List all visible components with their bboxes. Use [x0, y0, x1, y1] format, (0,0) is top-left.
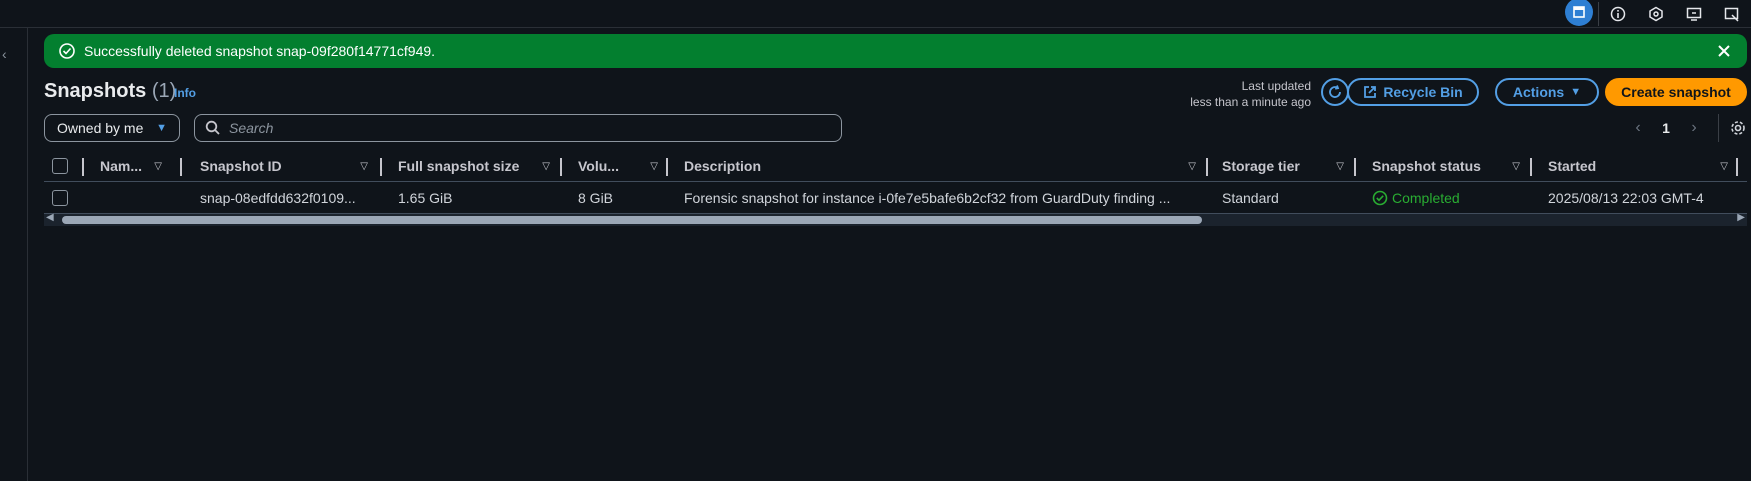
info-link[interactable]: Info [174, 86, 196, 100]
sort-icon: ▽ [360, 160, 368, 172]
horizontal-scrollbar[interactable]: ◀ ▶ [44, 212, 1747, 226]
external-link-icon [1364, 86, 1377, 98]
filter-row: Owned by me ▼ Search ‹ 1 › [44, 114, 1747, 142]
select-all-cell [52, 150, 72, 182]
collapse-arrow-icon[interactable]: ‹ [2, 46, 7, 62]
scrollbar-thumb[interactable] [62, 216, 1202, 224]
external-window-icon[interactable] [1713, 0, 1751, 28]
cell-volume: 8 GiB [578, 190, 614, 206]
column-divider[interactable] [1736, 158, 1738, 176]
sort-icon: ▽ [1188, 160, 1196, 172]
title-text: Snapshots [44, 80, 147, 102]
col-snapshot-id-label: Snapshot ID [200, 158, 282, 174]
col-status[interactable]: Snapshot status ▽ [1372, 150, 1528, 182]
cell-description: Forensic snapshot for instance i-0fe7e5b… [684, 190, 1171, 206]
column-divider[interactable] [180, 158, 182, 176]
col-started[interactable]: Started ▽ [1548, 150, 1736, 182]
top-bar [0, 0, 1751, 28]
column-divider[interactable] [1354, 158, 1356, 176]
col-storage-tier[interactable]: Storage tier ▽ [1222, 150, 1352, 182]
pager-separator [1718, 114, 1719, 142]
row-select-cell [52, 182, 72, 214]
caret-down-icon: ▼ [1570, 86, 1582, 98]
create-snapshot-button[interactable]: Create snapshot [1605, 78, 1747, 106]
sort-icon: ▽ [1512, 160, 1520, 172]
actions-button[interactable]: Actions ▼ [1495, 78, 1599, 106]
cell-status: Completed [1372, 182, 1528, 214]
select-all-checkbox[interactable] [52, 158, 68, 174]
search-input[interactable]: Search [194, 114, 842, 142]
success-flash: Successfully deleted snapshot snap-09f28… [44, 34, 1747, 68]
pagination: ‹ 1 › [1624, 114, 1747, 142]
snapshots-table: Nam... ▽ Snapshot ID ▽ Full snapshot size ▽… [44, 150, 1747, 214]
col-name-label: Nam... [100, 158, 143, 174]
col-size-label: Full snapshot size [398, 158, 520, 174]
col-description-label: Description [684, 158, 762, 174]
flash-message: Successfully deleted snapshot snap-09f28… [84, 43, 436, 59]
settings-gear-icon[interactable] [1729, 119, 1747, 137]
col-volume-label: Volu... [578, 158, 619, 174]
sort-icon: ▽ [1720, 160, 1728, 172]
col-description[interactable]: Description ▽ [684, 150, 1204, 182]
search-icon [205, 120, 220, 135]
panel-toggle-icon[interactable] [1560, 0, 1598, 28]
table-row[interactable]: snap-08edfdd632f0109... 1.65 GiB 8 GiB F… [44, 182, 1747, 214]
next-page-icon[interactable]: › [1680, 119, 1708, 137]
column-divider[interactable] [1206, 158, 1208, 176]
cell-snapshot-id-link[interactable]: snap-08edfdd632f0109... [200, 182, 376, 214]
cell-size: 1.65 GiB [398, 190, 453, 206]
row-checkbox[interactable] [52, 190, 68, 206]
col-storage-tier-label: Storage tier [1222, 158, 1300, 174]
left-rail: ‹ [0, 28, 28, 481]
recycle-bin-button[interactable]: Recycle Bin [1347, 78, 1479, 106]
title-count: (1) [151, 80, 177, 102]
close-icon[interactable] [1715, 42, 1733, 60]
recycle-bin-label: Recycle Bin [1383, 84, 1463, 100]
screen-share-icon[interactable] [1675, 0, 1713, 28]
actions-label: Actions [1512, 84, 1565, 100]
cell-storage-tier: Standard [1222, 190, 1279, 206]
column-divider[interactable] [666, 158, 668, 176]
refresh-icon [1329, 85, 1341, 98]
status-badge: Completed [1372, 190, 1460, 206]
col-status-label: Snapshot status [1372, 158, 1481, 174]
top-icons [1560, 0, 1751, 28]
search-placeholder: Search [229, 120, 274, 136]
cell-started: 2025/08/13 22:03 GMT-4 [1548, 190, 1704, 206]
col-started-label: Started [1548, 158, 1597, 174]
completed-check-icon [1372, 190, 1388, 206]
snapshots-header: Snapshots (1) Info Last updated less tha… [44, 76, 1747, 112]
owned-by-value: Owned by me [57, 120, 144, 136]
scroll-right-icon[interactable]: ▶ [1737, 212, 1745, 223]
col-name[interactable]: Nam... ▽ [100, 150, 170, 182]
col-snapshot-id[interactable]: Snapshot ID ▽ [200, 150, 376, 182]
last-updated-label: Last updated [1241, 79, 1311, 93]
table-header: Nam... ▽ Snapshot ID ▽ Full snapshot size ▽… [44, 150, 1747, 182]
sort-icon: ▽ [1336, 160, 1344, 172]
prev-page-icon[interactable]: ‹ [1624, 119, 1652, 137]
sort-icon: ▽ [154, 160, 162, 172]
column-divider[interactable] [1530, 158, 1532, 176]
scroll-left-icon[interactable]: ◀ [46, 212, 54, 223]
col-volume[interactable]: Volu... ▽ [578, 150, 666, 182]
column-divider [82, 158, 84, 176]
sort-icon: ▽ [542, 160, 550, 172]
status-text: Completed [1392, 190, 1460, 206]
refresh-button[interactable] [1321, 78, 1349, 106]
column-divider[interactable] [560, 158, 562, 176]
current-page[interactable]: 1 [1652, 120, 1680, 136]
security-icon[interactable] [1637, 0, 1675, 28]
last-updated: Last updated less than a minute ago [1190, 78, 1311, 110]
page-title: Snapshots (1) [44, 80, 176, 103]
sort-icon: ▽ [650, 160, 658, 172]
caret-down-icon: ▼ [156, 122, 167, 134]
create-snapshot-label: Create snapshot [1621, 84, 1731, 100]
column-divider[interactable] [380, 158, 382, 176]
success-check-icon [59, 43, 75, 59]
owned-by-select[interactable]: Owned by me ▼ [44, 114, 180, 142]
cell-name [100, 182, 170, 214]
info-icon[interactable] [1599, 0, 1637, 28]
last-updated-value: less than a minute ago [1190, 95, 1311, 109]
col-size[interactable]: Full snapshot size ▽ [398, 150, 558, 182]
